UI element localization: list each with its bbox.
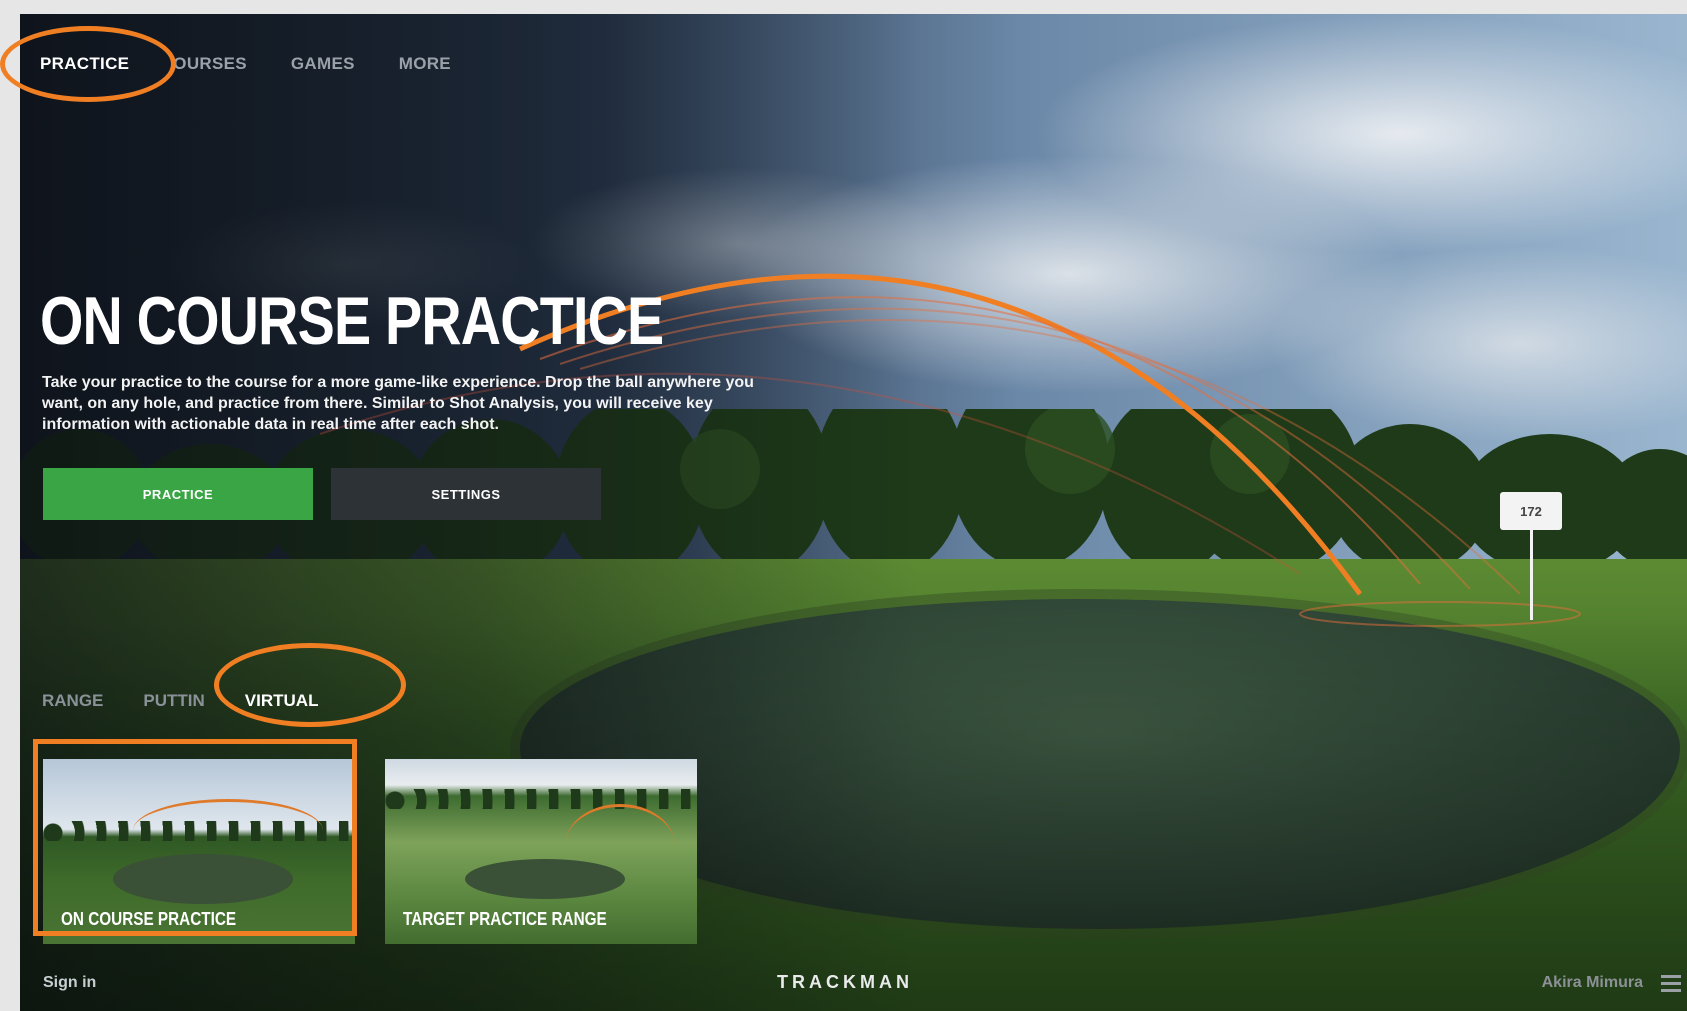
landing-zone: [1299, 601, 1581, 627]
sign-in-link[interactable]: Sign in: [43, 974, 96, 992]
brand-logo: TRACKMAN: [777, 972, 913, 992]
nav-practice[interactable]: PRACTICE: [40, 54, 129, 74]
practice-button[interactable]: PRACTICE: [43, 468, 313, 520]
user-name[interactable]: Akira Mimura: [1542, 974, 1643, 992]
sub-nav: RANGE PUTTIN VIRTUAL: [42, 691, 318, 711]
hero-title: ON COURSE PRACTICE: [40, 283, 664, 359]
hero-description: Take your practice to the course for a m…: [42, 374, 754, 433]
nav-games[interactable]: GAMES: [291, 54, 355, 74]
tile-trees: [385, 789, 697, 809]
top-nav: PRACTICE OURSES GAMES MORE: [40, 54, 451, 74]
highlight-tile-selected: [33, 739, 357, 936]
distance-label: 172: [1520, 503, 1542, 519]
flag-pole: [1530, 530, 1533, 620]
shot-arc: [579, 318, 1521, 595]
subnav-range[interactable]: RANGE: [42, 691, 103, 711]
nav-more[interactable]: MORE: [399, 54, 451, 74]
subnav-putting[interactable]: PUTTIN: [143, 691, 204, 711]
shot-arc: [539, 296, 1421, 585]
tile-target-practice-range[interactable]: TARGET PRACTICE RANGE: [385, 759, 697, 944]
tile-label: TARGET PRACTICE RANGE: [403, 909, 607, 929]
tile-shot-arc: [565, 804, 675, 887]
distance-marker: 172: [1500, 492, 1562, 530]
nav-courses[interactable]: OURSES: [173, 54, 247, 74]
hamburger-menu-icon[interactable]: [1661, 975, 1681, 992]
settings-button[interactable]: SETTINGS: [331, 468, 601, 520]
subnav-virtual[interactable]: VIRTUAL: [245, 691, 319, 711]
shot-arc: [559, 307, 1471, 590]
